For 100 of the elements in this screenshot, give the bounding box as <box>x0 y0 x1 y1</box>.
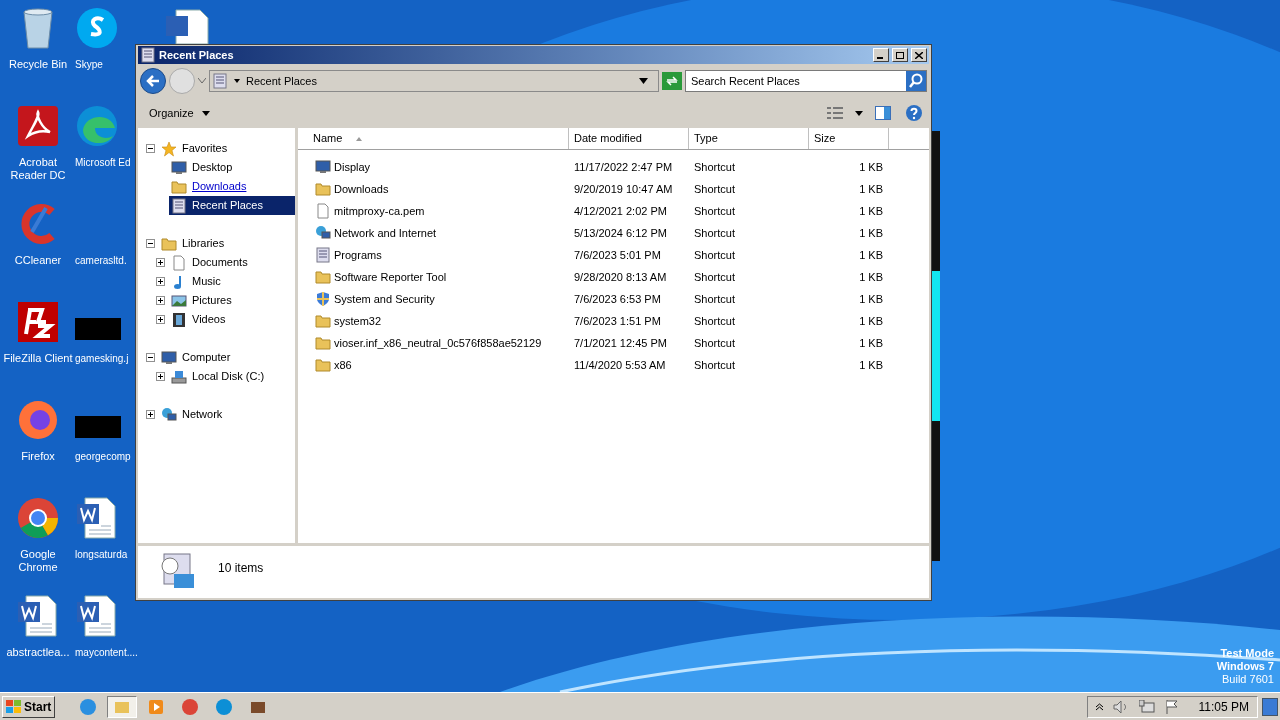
search-icon[interactable] <box>906 71 926 91</box>
file-row[interactable]: vioser.inf_x86_neutral_0c576f858ae52129 7/1/2021 12:45 PM Shortcut 1 KB <box>298 332 929 354</box>
show-desktop-button[interactable] <box>1262 697 1278 716</box>
dropdown-caret-icon[interactable] <box>234 79 240 83</box>
file-row[interactable]: Programs 7/6/2023 5:01 PM Shortcut 1 KB <box>298 244 929 266</box>
history-caret-icon[interactable] <box>198 78 206 84</box>
expand-toggle[interactable] <box>156 296 165 305</box>
caret-icon[interactable] <box>855 110 863 116</box>
desktop-shortcut[interactable]: Acrobat Reader DC <box>2 104 74 202</box>
desktop-shortcut[interactable]: Google Chrome <box>2 496 74 594</box>
desktop-shortcut[interactable]: abstractlea... <box>2 594 74 692</box>
chevron-up-icon[interactable] <box>1095 702 1103 711</box>
caret-icon <box>201 110 210 116</box>
chrome-icon <box>16 496 60 540</box>
folder-icon <box>315 269 331 285</box>
redacted-icon <box>75 416 121 438</box>
desktop-shortcut[interactable]: maycontent.... <box>74 594 135 692</box>
date-cell-text: 7/1/2021 12:45 PM <box>573 335 668 351</box>
desktop-shortcut[interactable]: longsaturda <box>74 496 135 594</box>
preview-pane-icon[interactable] <box>875 106 891 120</box>
desktop-shortcut[interactable]: Recycle Bin <box>2 6 74 104</box>
folder-icon <box>315 181 331 197</box>
size-cell-text: 1 KB <box>858 291 884 307</box>
desktop-shortcut[interactable]: FileZilla Client <box>2 300 74 398</box>
desktop-shortcut[interactable]: Microsoft Ed <box>74 104 135 202</box>
network-monitor-icon[interactable] <box>1138 699 1155 714</box>
date-cell-text: 4/12/2021 2:02 PM <box>573 203 668 219</box>
organize-button[interactable]: Organize <box>144 102 215 124</box>
column-header[interactable]: Size <box>809 128 889 149</box>
nav-tree-item[interactable]: Music <box>169 272 295 291</box>
expand-toggle[interactable] <box>156 277 165 286</box>
column-header[interactable]: Type <box>689 128 809 149</box>
nav-tree-item[interactable]: Network <box>159 405 295 424</box>
nav-tree-item[interactable]: Pictures <box>169 291 295 310</box>
size-cell-text: 1 KB <box>858 313 884 329</box>
desktop-shortcut[interactable]: camerasltd. <box>74 202 135 300</box>
address-bar[interactable]: Recent Places <box>209 70 659 92</box>
search-field[interactable]: Search Recent Places <box>685 70 927 92</box>
file-row[interactable]: Network and Internet 5/13/2024 6:12 PM Shortcut 1 KB <box>298 222 929 244</box>
expand-toggle[interactable] <box>156 372 165 381</box>
nav-tree-item[interactable]: Computer <box>159 348 295 367</box>
dropdown-caret-icon[interactable] <box>639 78 648 84</box>
nav-tree-item[interactable]: Local Disk (C:) <box>169 367 295 386</box>
file-row[interactable]: Display 11/17/2022 2:47 PM Shortcut 1 KB <box>298 156 929 178</box>
nav-tree-item[interactable]: Recent Places <box>169 196 295 215</box>
minimize-button[interactable] <box>873 48 889 62</box>
desktop-shortcut[interactable]: gamesking.j <box>74 300 135 398</box>
collapse-toggle[interactable] <box>146 144 155 153</box>
nav-tree-item[interactable]: Downloads <box>169 177 295 196</box>
nav-tree-item[interactable]: Videos <box>169 310 295 329</box>
date-cell-text: 7/6/2023 1:51 PM <box>573 313 662 329</box>
desktop-shortcut[interactable]: Skype <box>74 6 135 104</box>
nav-tree-label: Network <box>182 407 223 423</box>
close-button[interactable] <box>911 48 927 62</box>
address-text: Recent Places <box>246 73 318 89</box>
view-options-icon[interactable] <box>827 107 843 119</box>
filezilla-icon <box>16 300 60 344</box>
speaker-icon[interactable] <box>1112 699 1129 714</box>
clock[interactable]: 11:05 PM <box>1198 697 1249 716</box>
help-icon[interactable] <box>905 104 923 122</box>
file-row[interactable]: Software Reporter Tool 9/28/2020 8:13 AM Shortcut 1 KB <box>298 266 929 288</box>
nav-tree-item[interactable]: Libraries <box>159 234 295 253</box>
expand-toggle[interactable] <box>146 410 155 419</box>
file-row[interactable]: System and Security 7/6/2023 6:53 PM Shortcut 1 KB <box>298 288 929 310</box>
expand-toggle[interactable] <box>156 315 165 324</box>
nav-tree-item[interactable]: Desktop <box>169 158 295 177</box>
flag-icon[interactable] <box>1164 699 1179 714</box>
column-header[interactable]: Date modified <box>569 128 689 149</box>
date-cell-text: 7/6/2023 6:53 PM <box>573 291 662 307</box>
desktop-shortcut[interactable]: CCleaner <box>2 202 74 300</box>
start-button[interactable]: Start <box>2 695 56 718</box>
desktop-shortcut[interactable]: Firefox <box>2 398 74 496</box>
file-name: Display <box>334 159 371 175</box>
refresh-button[interactable] <box>662 72 682 90</box>
file-row[interactable]: Downloads 9/20/2019 10:47 AM Shortcut 1 KB <box>298 178 929 200</box>
browser-icon <box>181 697 200 716</box>
desktop-shortcut[interactable]: georgecomp <box>74 398 135 496</box>
column-header[interactable]: Name <box>298 128 569 149</box>
nav-tree-item[interactable]: Favorites <box>159 139 295 158</box>
collapse-toggle[interactable] <box>146 239 155 248</box>
file-name: mitmproxy-ca.pem <box>334 203 425 219</box>
collapse-toggle[interactable] <box>146 353 155 362</box>
search-input[interactable]: Search Recent Places <box>686 72 906 90</box>
type-cell-text: Shortcut <box>693 247 736 263</box>
file-row[interactable]: system32 7/6/2023 1:51 PM Shortcut 1 KB <box>298 310 929 332</box>
window-list-icon <box>212 73 228 89</box>
nav-tree-item[interactable]: Documents <box>169 253 295 272</box>
file-row[interactable]: x86 11/4/2020 5:53 AM Shortcut 1 KB <box>298 354 929 376</box>
expand-toggle[interactable] <box>156 258 165 267</box>
file-row[interactable]: mitmproxy-ca.pem 4/12/2021 2:02 PM Shortcut 1 KB <box>298 200 929 222</box>
back-button[interactable] <box>140 68 166 94</box>
nav-tree-label: Music <box>192 274 221 290</box>
acrobat-icon <box>16 104 60 148</box>
taskbar-app-button[interactable] <box>107 695 138 718</box>
word-document-icon <box>75 594 119 638</box>
shortcut-label: Acrobat Reader DC <box>9 156 67 182</box>
browser-icon <box>215 697 234 716</box>
type-cell-text: Shortcut <box>693 313 736 329</box>
maximize-button[interactable] <box>892 48 908 62</box>
date-cell-text: 5/13/2024 6:12 PM <box>573 225 668 241</box>
